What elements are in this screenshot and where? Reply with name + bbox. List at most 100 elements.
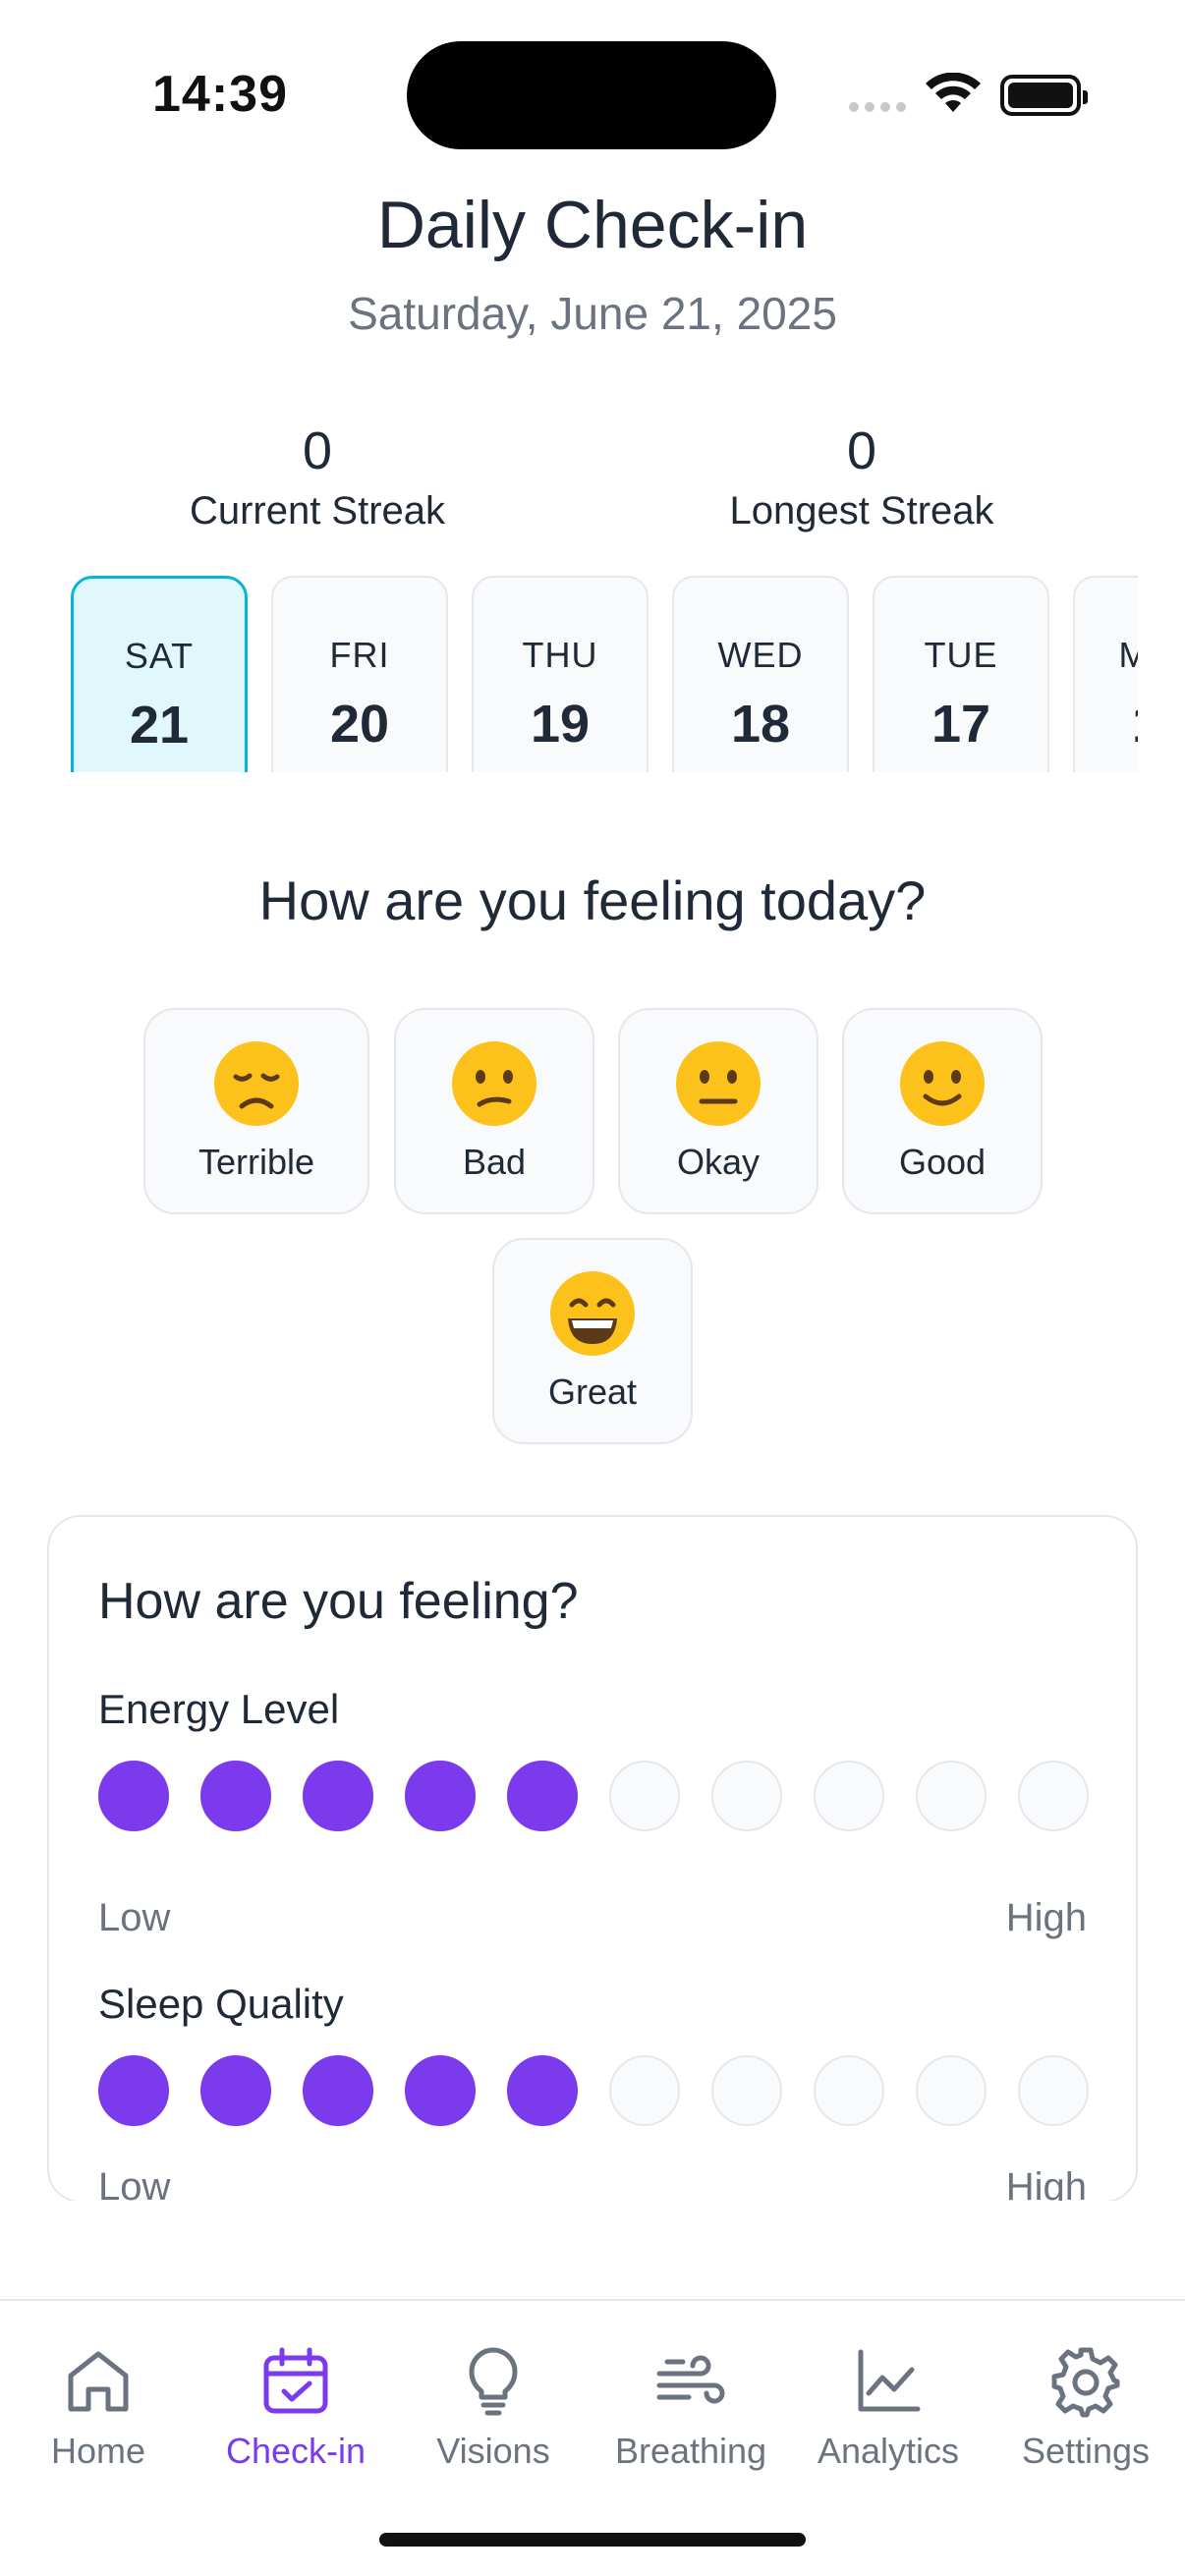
dynamic-island [407,41,776,149]
rating-dot-1[interactable] [98,1761,169,1831]
rating-dot-2[interactable] [200,1761,271,1831]
home-icon [68,2351,129,2412]
mood-option-bad[interactable]: Bad [394,1008,594,1214]
day-card-wed[interactable]: WED 18 [672,576,849,772]
day-card-tue[interactable]: TUE 17 [873,576,1049,772]
tab-check-in[interactable]: Check-in [198,2344,394,2472]
rating-dot-1[interactable] [98,2055,169,2126]
status-time: 14:39 [152,66,288,123]
low-label: Low [98,1896,171,1939]
day-number: 20 [329,695,390,754]
rating-dot-10[interactable] [1018,2055,1089,2126]
mood-option-great[interactable]: Great [492,1238,693,1444]
rating-dot-5[interactable] [507,1761,578,1831]
rating-dot-5[interactable] [507,2055,578,2126]
status-bar: 14:39 [0,0,1185,177]
calendar-check-icon [263,2347,328,2414]
day-number: 21 [129,696,190,755]
tab-label: Home [50,2431,146,2471]
feeling-card: How are you feeling? Energy Level Low Hi… [47,1515,1138,2203]
current-streak-label: Current Streak [189,489,446,532]
day-card-thu[interactable]: THU 19 [472,576,649,772]
mood-label: Terrible [198,1142,315,1182]
rating-dot-8[interactable] [814,2055,884,2126]
battery-icon [1000,75,1088,116]
neutral-face-icon [676,1041,761,1126]
wind-icon [656,2355,725,2404]
tab-label: Breathing [614,2431,767,2471]
feeling-card-title: How are you feeling? [98,1573,579,1630]
tab-breathing[interactable]: Breathing [592,2344,789,2472]
rating-dot-9[interactable] [916,2055,987,2126]
sleep-quality-range: Low High [98,2165,1087,2203]
tab-label: Check-in [225,2431,367,2471]
grinning-face-icon [550,1271,635,1356]
day-selector[interactable]: SAT 21 FRI 20 THU 19 WED 18 TUE 17 MON 1… [71,576,1138,772]
current-streak-value: 0 [302,421,333,480]
low-label: Low [98,2165,171,2203]
line-chart-icon [858,2349,921,2412]
rating-dot-8[interactable] [814,1761,884,1831]
current-streak: 0 Current Streak [72,420,563,533]
rating-dot-4[interactable] [405,1761,476,1831]
rating-dot-9[interactable] [916,1761,987,1831]
cellular-signal-icon [849,102,906,112]
day-number: 16 [1075,694,1138,755]
day-of-week: WED [717,635,804,675]
tab-label: Visions [436,2431,550,2471]
day-card-sat[interactable]: SAT 21 [71,576,248,772]
confused-face-icon [452,1041,536,1126]
mood-label: Okay [676,1142,761,1182]
day-number: 19 [530,695,591,754]
tab-settings[interactable]: Settings [988,2344,1184,2472]
rating-dot-6[interactable] [609,1761,680,1831]
tab-visions[interactable]: Visions [395,2344,592,2472]
rating-dot-6[interactable] [609,2055,680,2126]
day-number: 18 [730,695,791,754]
rating-dot-3[interactable] [303,1761,373,1831]
rating-dot-10[interactable] [1018,1761,1089,1831]
day-of-week: TUE [924,635,998,675]
energy-level-range: Low High [98,1896,1087,1940]
tab-label: Settings [1021,2431,1151,2471]
tab-home[interactable]: Home [0,2344,197,2472]
mood-option-terrible[interactable]: Terrible [143,1008,369,1214]
current-date: Saturday, June 21, 2025 [348,288,837,339]
day-card-fri[interactable]: FRI 20 [271,576,448,772]
day-of-week: THU [522,635,598,675]
energy-level-scale[interactable] [98,1761,1089,1831]
slightly-smiling-face-icon [900,1041,985,1126]
day-of-week: SAT [124,636,195,676]
sleep-quality-label: Sleep Quality [98,1981,344,2027]
rating-dot-7[interactable] [711,1761,782,1831]
mood-option-good[interactable]: Good [842,1008,1043,1214]
rating-dot-2[interactable] [200,2055,271,2126]
rating-dot-3[interactable] [303,2055,373,2126]
mood-label: Great [547,1372,638,1412]
gear-icon [1051,2347,1120,2418]
tab-label: Analytics [817,2431,960,2471]
longest-streak-value: 0 [846,421,877,480]
high-label: High [1005,2165,1087,2203]
home-indicator [379,2533,806,2547]
scroll-fade [0,2201,1185,2299]
longest-streak: 0 Longest Streak [616,420,1107,533]
disappointed-face-icon [214,1041,299,1126]
page-title: Daily Check-in [376,188,809,262]
rating-dot-7[interactable] [711,2055,782,2126]
day-number: 17 [931,695,991,754]
sleep-quality-scale[interactable] [98,2055,1089,2126]
lightbulb-icon [469,2347,518,2416]
mood-label: Bad [462,1142,527,1182]
mood-option-okay[interactable]: Okay [618,1008,818,1214]
day-of-week: MON [1118,635,1139,675]
tab-analytics[interactable]: Analytics [790,2344,987,2472]
day-of-week: FRI [329,635,390,675]
mood-label: Good [898,1142,987,1182]
rating-dot-4[interactable] [405,2055,476,2126]
day-card-mon[interactable]: MON 16 [1073,576,1138,772]
mood-question: How are you feeling today? [258,869,927,931]
longest-streak-label: Longest Streak [729,489,994,532]
high-label: High [1005,1896,1087,1939]
energy-level-label: Energy Level [98,1686,340,1732]
